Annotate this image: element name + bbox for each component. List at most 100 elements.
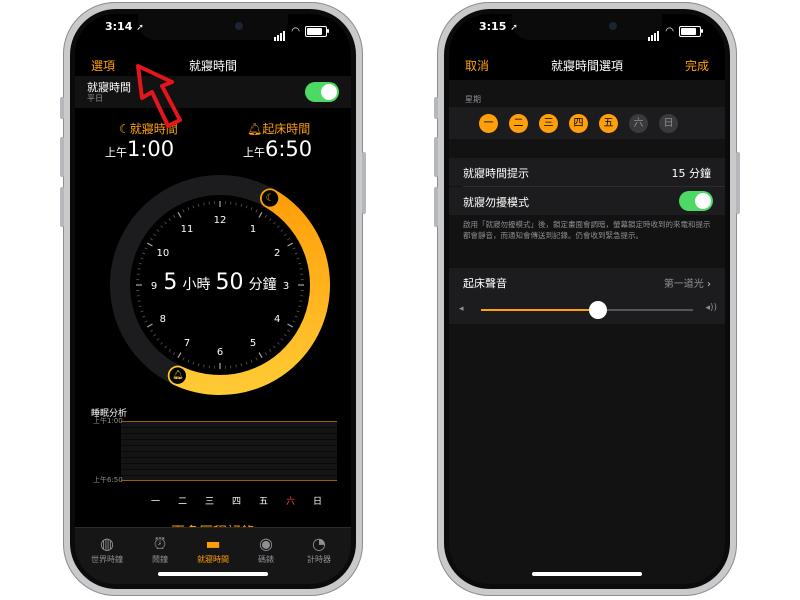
done-button[interactable]: 完成 (685, 57, 709, 74)
globe-icon: ◍ (100, 534, 114, 553)
speaker-low-icon: ◂ (459, 304, 464, 314)
bedtime-value: 上午1:00 (105, 137, 175, 161)
notch (512, 14, 662, 40)
chart-day-label: 三 (205, 497, 215, 507)
dnd-label: 就寢勿擾模式 (463, 196, 529, 209)
stopwatch-icon: ◉ (259, 534, 273, 553)
signal-icon (648, 22, 660, 41)
tab-stopwatch[interactable]: ◉ 碼錶 (240, 534, 292, 565)
mute-switch (60, 97, 64, 119)
chart-bottom-time: 上午6:50 (93, 476, 123, 484)
volume-slider-knob[interactable] (588, 301, 607, 319)
chart-day-label: 二 (178, 497, 188, 507)
home-indicator (158, 572, 268, 576)
chart-day-label: 四 (232, 497, 242, 507)
chart-day-label: 一 (151, 497, 161, 507)
right-screen: 3:15 ➚ ◠ 取消 就寢時間選項 完成 星期 一二三四五六日 就寢時間提示 … (449, 14, 725, 584)
svg-text:☾: ☾ (266, 193, 275, 204)
dial-number: 12 (214, 215, 227, 226)
power-button (362, 152, 366, 214)
page-title: 就寢時間 (188, 59, 237, 73)
volume-up-button (434, 137, 438, 177)
tab-timer[interactable]: ◔ 計時器 (293, 534, 345, 565)
dial-number: 8 (160, 314, 166, 325)
status-icons: ◠ (274, 22, 329, 41)
chart-day-label: 日 (313, 497, 323, 507)
dial-number: 6 (217, 347, 223, 358)
volume-row: ◂ ◂)) (449, 296, 725, 324)
right-phone-frame: 3:15 ➚ ◠ 取消 就寢時間選項 完成 星期 一二三四五六日 就寢時間提示 … (434, 2, 740, 596)
weekday-toggle[interactable]: 三 (539, 114, 558, 133)
weekday-toggle[interactable]: 五 (599, 114, 618, 133)
battery-icon (679, 26, 703, 37)
svg-text:🔔︎: 🔔︎ (172, 370, 183, 381)
dial-number: 1 (250, 224, 256, 235)
weekday-toggle[interactable]: 四 (569, 114, 588, 133)
home-indicator (532, 572, 642, 576)
bedtime-toggle[interactable] (305, 82, 339, 102)
mute-switch (434, 97, 438, 119)
tab-label: 計時器 (307, 555, 331, 564)
left-screen: 3:14 ➚ ◠ 選項 就寢時間 就寢時間 平日 ☾就寢時間 上午1:00 🔔︎… (75, 14, 351, 584)
volume-down-button (60, 187, 64, 227)
wake-sound-label: 起床聲音 (463, 277, 507, 290)
dial-number: 11 (181, 224, 194, 235)
wake-value: 上午6:50 (243, 137, 313, 161)
battery-icon (305, 26, 329, 37)
wake-sound-row[interactable]: 起床聲音 第一道光 › (449, 268, 725, 296)
timer-icon: ◔ (312, 534, 326, 553)
volume-up-button (60, 137, 64, 177)
weekday-toggle[interactable]: 二 (509, 114, 528, 133)
volume-slider[interactable] (481, 301, 693, 319)
wifi-icon: ◠ (291, 26, 300, 37)
wake-sound-value: 第一道光 › (663, 279, 711, 290)
left-phone-frame: 3:14 ➚ ◠ 選項 就寢時間 就寢時間 平日 ☾就寢時間 上午1:00 🔔︎… (60, 2, 366, 596)
chart-top-time: 上午1:00 (93, 417, 123, 425)
dial-number: 2 (274, 248, 280, 259)
wake-label: 🔔︎起床時間 (247, 122, 311, 136)
reminder-label: 就寢時間提示 (463, 167, 529, 180)
annotation-arrow-icon (136, 64, 182, 128)
dial-number: 10 (156, 248, 169, 259)
signal-icon (274, 22, 286, 41)
chevron-right-icon: › (707, 279, 711, 290)
weekday-toggle[interactable]: 六 (629, 114, 648, 133)
tab-alarm-clock[interactable]: ⏰︎ 鬧鐘 (134, 534, 186, 565)
page-title: 就寢時間選項 (550, 59, 623, 73)
speaker-high-icon: ◂)) (705, 303, 717, 313)
weekday-selector: 一二三四五六日 (449, 107, 725, 139)
chart-day-labels: 一二三四五六日 (151, 494, 331, 507)
alarm-clock-icon: ⏰︎ (153, 534, 167, 553)
wifi-icon: ◠ (665, 26, 674, 37)
tab-bed[interactable]: ▬ 就寢時間 (187, 534, 239, 565)
status-time: 3:15 ➚ (479, 20, 518, 33)
notch (138, 14, 288, 40)
dnd-footer-text: 啟用「就寢勿擾模式」後，鎖定畫面會調暗，螢幕鎖定時收到的來電和提示都會靜音，而通… (463, 220, 711, 240)
tab-label: 世界時鐘 (91, 555, 123, 564)
tab-label: 就寢時間 (197, 555, 229, 564)
weekday-header: 星期 (465, 95, 481, 104)
dnd-toggle[interactable] (679, 191, 713, 211)
volume-down-button (434, 187, 438, 227)
bell-icon: 🔔︎ (247, 122, 263, 136)
sleep-analysis-chart: 上午1:00 上午6:50 (91, 417, 337, 488)
chart-day-label: 六 (286, 497, 296, 507)
reminder-value: 15 分鐘 (671, 167, 712, 180)
tab-label: 碼錶 (258, 555, 274, 564)
status-time: 3:14 ➚ (105, 20, 144, 33)
bedtime-toggle-row: 就寢時間 平日 (75, 76, 351, 108)
weekday-toggle[interactable]: 一 (479, 114, 498, 133)
power-button (736, 152, 740, 214)
dnd-row: 就寢勿擾模式 (449, 187, 725, 215)
bedtime-row-subtitle: 平日 (87, 94, 103, 103)
reminder-row[interactable]: 就寢時間提示 15 分鐘 (449, 158, 725, 186)
tab-globe[interactable]: ◍ 世界時鐘 (81, 534, 133, 565)
bed-icon: ▬ (205, 534, 221, 553)
chart-day-label: 五 (259, 497, 269, 507)
tab-label: 鬧鐘 (152, 555, 168, 564)
status-icons: ◠ (648, 22, 703, 41)
dial-number: 7 (184, 338, 190, 349)
sleep-duration: 5 小時 50 分鐘 (163, 270, 277, 295)
dial-number: 4 (274, 314, 280, 325)
weekday-toggle[interactable]: 日 (659, 114, 678, 133)
